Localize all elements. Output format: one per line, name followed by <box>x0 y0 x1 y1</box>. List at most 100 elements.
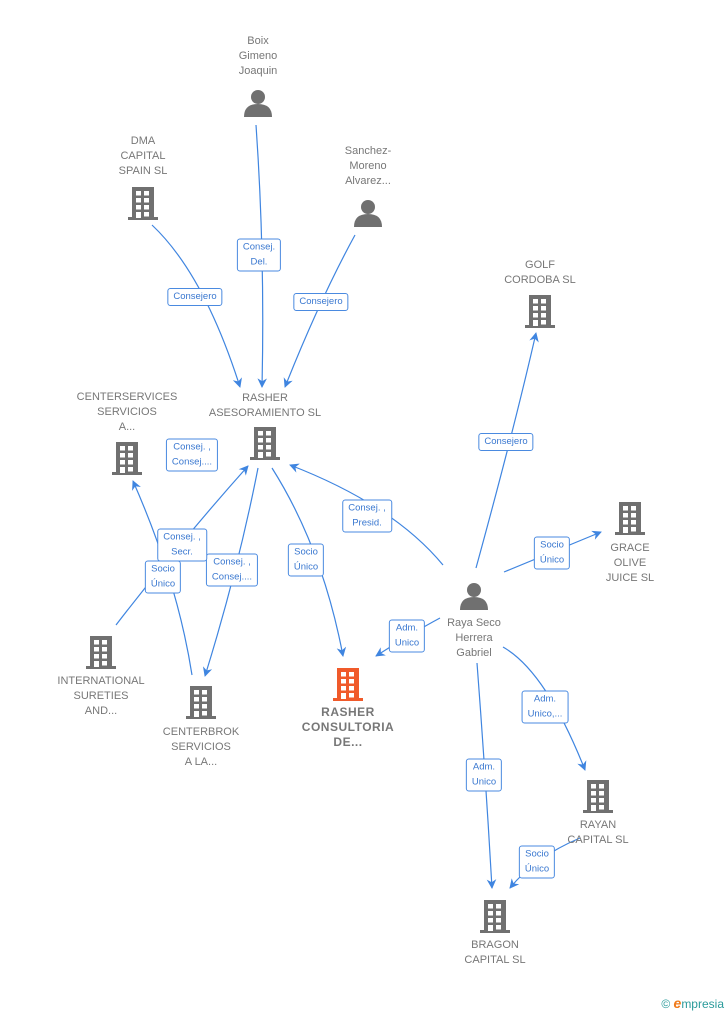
edge-label[interactable]: Socio Único <box>144 560 182 594</box>
edge-label-text: Socio <box>294 546 318 558</box>
edge-label[interactable]: Consejero <box>478 433 534 451</box>
edge-dma-to-rasher_ases <box>151 224 242 388</box>
building-icon[interactable] <box>615 502 645 535</box>
edge-label-text: Socio <box>540 539 564 551</box>
building-icon[interactable] <box>112 442 142 475</box>
node-label-line: Joaquin <box>238 65 278 77</box>
edge-label-text: Único <box>524 863 550 875</box>
node-label-rasher_cons[interactable]: RASHER CONSULTORIA DE... <box>302 705 394 750</box>
node-label-line: BRAGON <box>471 939 519 951</box>
edge-label-text: Adm. <box>395 622 419 634</box>
building-icon[interactable] <box>333 668 363 701</box>
node-label-bragon[interactable]: BRAGON CAPITAL SL <box>464 938 525 968</box>
edge-label[interactable]: Socio Único <box>518 845 556 879</box>
edge-label[interactable]: Consej. , Consej.... <box>205 553 259 587</box>
node-label-line: CONSULTORIA <box>301 720 395 734</box>
edge-label-text: Unico,... <box>527 708 563 720</box>
node-label-line: GRACE <box>610 542 650 554</box>
node-label-line: CORDOBA SL <box>504 274 576 286</box>
node-label-rayan[interactable]: RAYAN CAPITAL SL <box>567 818 628 848</box>
node-label-line: DE... <box>333 735 363 749</box>
edge-label-text: Consej. , <box>173 441 211 453</box>
edge-label-text: Consej. <box>242 241 276 253</box>
edge-label-text: Consej.... <box>171 456 213 468</box>
node-label-line: GOLF <box>525 259 555 271</box>
building-icon[interactable] <box>186 686 216 719</box>
edge-label-text: Adm. <box>472 761 496 773</box>
edge-label[interactable]: Adm. Unico <box>465 758 503 792</box>
edge-label-text: Consej.... <box>211 571 253 583</box>
node-label-line: Alvarez... <box>345 175 391 187</box>
edge-label-text: Unico <box>471 776 497 788</box>
person-icon[interactable] <box>460 583 488 610</box>
node-label-line: A... <box>118 421 136 433</box>
node-label-centerservices[interactable]: CENTERSERVICES SERVICIOS A... <box>77 390 178 435</box>
node-label-rasher_ases[interactable]: RASHER ASESORAMIENTO SL <box>209 391 321 421</box>
node-label-line: Boix <box>247 35 269 47</box>
node-label-international[interactable]: INTERNATIONAL SURETIES AND... <box>57 674 144 719</box>
edge-label[interactable]: Socio Único <box>287 543 325 577</box>
edge-label[interactable]: Consejero <box>167 288 223 306</box>
node-label-line: RASHER <box>321 705 375 719</box>
edge-label-text: Secr. <box>171 546 193 558</box>
edge-label-text: Consej. , <box>348 502 386 514</box>
building-icon[interactable] <box>583 780 613 813</box>
node-label-line: Herrera <box>455 632 493 644</box>
node-label-raya[interactable]: Raya Seco Herrera Gabriel <box>447 616 501 661</box>
edge-label-text: Consejero <box>484 436 528 447</box>
node-label-line: Gimeno <box>238 50 278 62</box>
node-label-line: DMA <box>130 135 156 147</box>
node-label-dma[interactable]: DMA CAPITAL SPAIN SL <box>119 134 168 179</box>
node-label-line: CENTERSERVICES <box>76 391 178 403</box>
edge-label[interactable]: Consej. Del. <box>236 238 282 272</box>
node-label-line: JUICE SL <box>605 572 655 584</box>
node-label-line: ASESORAMIENTO SL <box>208 407 322 419</box>
node-label-centerbrok[interactable]: CENTERBROK SERVICIOS A LA... <box>163 725 239 770</box>
edge-label[interactable]: Adm. Unico <box>388 619 426 653</box>
building-icon[interactable] <box>86 636 116 669</box>
edge-label-text: Socio <box>151 563 175 575</box>
person-icon[interactable] <box>244 90 272 117</box>
node-label-line: A LA... <box>184 756 218 768</box>
node-label-line: RAYAN <box>579 819 617 831</box>
node-label-grace[interactable]: GRACE OLIVE JUICE SL <box>606 541 654 586</box>
edge-label[interactable]: Adm. Unico,... <box>521 690 569 724</box>
edge-label[interactable]: Consejero <box>293 293 349 311</box>
edge-label-text: Consejero <box>299 296 343 307</box>
node-label-golf[interactable]: GOLF CORDOBA SL <box>504 258 576 288</box>
empresia-logo: © empresia <box>661 995 724 1011</box>
building-icon[interactable] <box>128 187 158 220</box>
edge-sanchez-to-rasher_ases <box>283 234 356 388</box>
edge-label-text: Del. <box>250 256 268 268</box>
edge-label-text: Único <box>539 554 565 566</box>
node-label-line: Gabriel <box>456 647 492 659</box>
node-label-line: SPAIN SL <box>118 165 168 177</box>
edge-label-text: Consej. , <box>163 531 201 543</box>
node-label-line: CENTERBROK <box>162 726 240 738</box>
edge-label-text: Consejero <box>173 291 217 302</box>
node-label-boix[interactable]: Boix Gimeno Joaquin <box>239 34 278 79</box>
node-label-line: SERVICIOS <box>97 406 157 418</box>
edge-label[interactable]: Consej. , Presid. <box>342 499 392 533</box>
building-icon[interactable] <box>480 900 510 933</box>
node-label-line: Raya Seco <box>447 617 501 629</box>
edge-label[interactable]: Consej. , Secr. <box>157 528 207 562</box>
building-icon[interactable] <box>525 295 555 328</box>
edge-label-text: Socio <box>525 848 549 860</box>
edge-label[interactable]: Socio Único <box>533 536 571 570</box>
edge-label-text: Unico <box>394 637 420 649</box>
node-label-line: INTERNATIONAL <box>57 675 145 687</box>
node-label-line: SERVICIOS <box>171 741 231 753</box>
person-icon[interactable] <box>354 200 382 227</box>
node-label-line: Sanchez- <box>344 145 392 157</box>
edge-label-text: Presid. <box>352 517 382 529</box>
node-label-line: AND... <box>84 705 118 717</box>
node-label-line: OLIVE <box>613 557 647 569</box>
node-label-line: SURETIES <box>73 690 129 702</box>
node-label-line: Moreno <box>349 160 387 172</box>
edge-label-text: Único <box>293 561 319 573</box>
node-label-sanchez[interactable]: Sanchez- Moreno Alvarez... <box>345 144 391 189</box>
edge-label[interactable]: Consej. , Consej.... <box>165 438 219 472</box>
building-icon[interactable] <box>250 427 280 460</box>
node-label-line: CAPITAL SL <box>567 834 629 846</box>
